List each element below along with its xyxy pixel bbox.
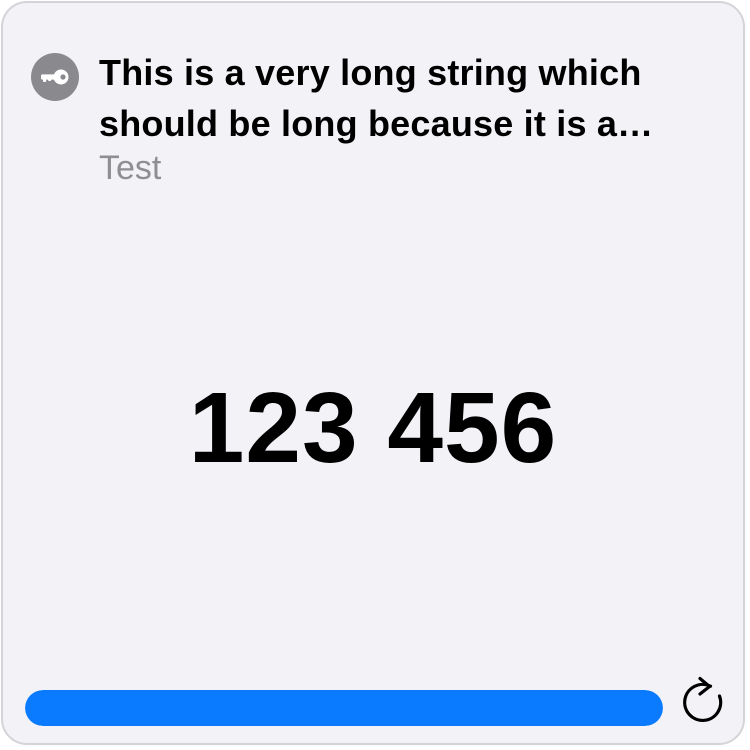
otp-code[interactable]: 123 456 [3,373,743,483]
account-title: This is a very long string which should … [99,52,642,144]
account-subtitle: Test [99,149,162,187]
time-remaining-fill [25,690,663,726]
refresh-icon [683,676,723,723]
key-icon [31,53,79,101]
time-remaining-bar [25,690,663,726]
account-text: This is a very long string which should … [99,47,715,190]
otp-widget: This is a very long string which should … [1,1,745,745]
account-header: This is a very long string which should … [31,47,715,190]
refresh-button[interactable] [675,671,729,729]
